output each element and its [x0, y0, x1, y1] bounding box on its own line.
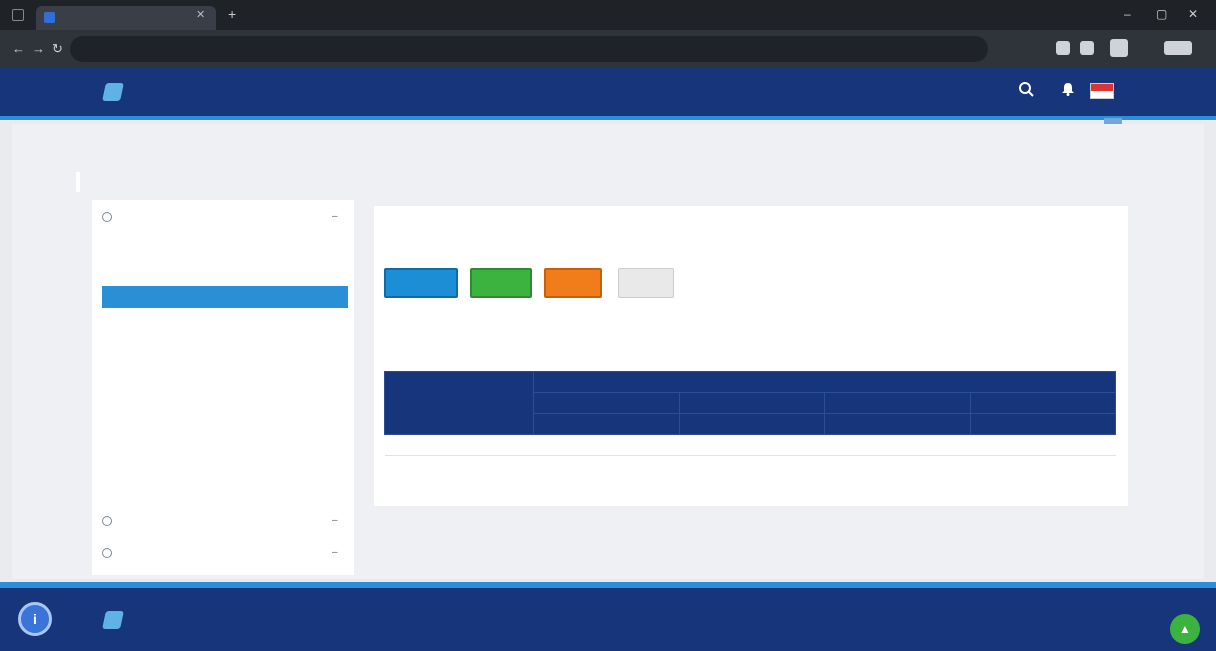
language-flag-icon[interactable] [1090, 83, 1114, 99]
row-header [384, 371, 534, 435]
window-maximize-icon[interactable]: ▢ [1156, 7, 1167, 21]
column-subheader [678, 413, 825, 435]
extension-icon[interactable] [1056, 41, 1070, 55]
sidebar-item[interactable] [102, 310, 348, 332]
window-minimize-icon[interactable]: – [1124, 7, 1131, 21]
page-title-marker [76, 172, 80, 192]
sidebar-section[interactable] [102, 510, 118, 532]
sidebar-item[interactable] [102, 406, 348, 428]
column-header [824, 392, 971, 414]
main-card [374, 206, 1128, 506]
table-cell [533, 434, 679, 456]
reload-icon[interactable]: ↻ [52, 41, 63, 57]
sidebar-section-top[interactable] [102, 206, 118, 228]
browser-tab-bar: ✕ + – ▢ ✕ [0, 0, 1216, 30]
profile-icon[interactable] [1110, 39, 1128, 57]
table-top-header [533, 371, 1116, 393]
tab-favicon-icon [44, 12, 55, 23]
action-button-orange[interactable] [544, 268, 602, 298]
back-arrow-icon[interactable]: ← [12, 41, 25, 56]
action-button-blue[interactable] [384, 268, 458, 298]
column-header [969, 392, 1116, 414]
site-footer: i ▲ [0, 582, 1216, 651]
sidebar-item[interactable] [102, 260, 348, 282]
column-header [533, 392, 680, 414]
sidebar-section[interactable] [102, 542, 118, 564]
section-circle-icon [102, 548, 112, 558]
scroll-up-icon[interactable]: ▲ [1170, 614, 1200, 644]
url-input[interactable] [70, 36, 988, 62]
window-close-icon[interactable]: ✕ [1188, 7, 1198, 21]
sidebar-item-active[interactable] [102, 286, 348, 308]
sidebar-item[interactable] [102, 236, 348, 258]
section-circle-icon [102, 516, 112, 526]
extension-icon[interactable] [1080, 41, 1094, 55]
bell-icon[interactable] [1062, 82, 1074, 99]
browser-tab[interactable] [36, 6, 216, 30]
site-header [0, 68, 1216, 120]
table-cell [970, 434, 1116, 456]
forward-arrow-icon[interactable]: → [32, 41, 45, 56]
new-tab-icon[interactable]: + [228, 6, 236, 22]
brand-logo-icon [102, 611, 124, 629]
sidebar: – – – [92, 200, 354, 575]
column-subheader [533, 413, 680, 435]
help-icon[interactable]: i [18, 602, 52, 636]
section-circle-icon [102, 212, 112, 222]
data-table [384, 371, 1116, 456]
table-cell [679, 434, 825, 456]
brand-logo-icon [102, 83, 124, 101]
sidebar-item[interactable] [102, 334, 348, 356]
tab-close-icon[interactable]: ✕ [196, 8, 205, 21]
expand-icon[interactable]: – [332, 510, 338, 532]
action-button-gray[interactable] [618, 268, 674, 298]
collapse-icon[interactable]: – [332, 206, 338, 228]
table-cell [384, 434, 534, 456]
browser-address-bar: ← → ↻ [0, 30, 1216, 68]
table-cell [824, 434, 970, 456]
tab-list-icon[interactable] [12, 9, 24, 21]
sidebar-item[interactable] [102, 478, 348, 500]
sidebar-item[interactable] [102, 358, 348, 380]
table-row [384, 434, 1116, 456]
sidebar-item[interactable] [102, 382, 348, 404]
search-icon[interactable] [1018, 81, 1034, 97]
sidebar-item[interactable] [102, 454, 348, 476]
column-header [678, 392, 825, 414]
column-subheader [824, 413, 971, 435]
menu-icon[interactable] [1164, 41, 1192, 55]
column-subheader [969, 413, 1116, 435]
expand-icon[interactable]: – [332, 542, 338, 564]
sidebar-item[interactable] [102, 430, 348, 452]
action-button-green[interactable] [470, 268, 532, 298]
table-header-row [384, 371, 1116, 435]
